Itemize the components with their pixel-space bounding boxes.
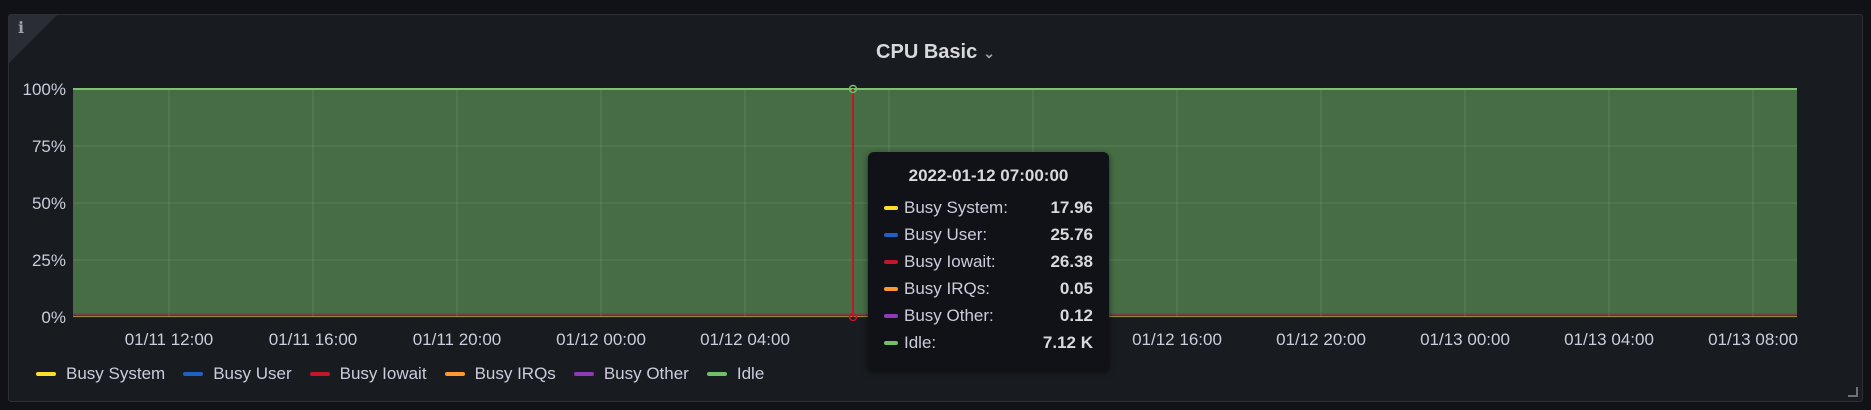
tooltip-row: Idle: 7.12 K: [884, 329, 1093, 356]
legend-swatch: [706, 372, 727, 376]
tooltip-swatch: [884, 205, 898, 210]
tooltip-row: Busy Other: 0.12: [884, 302, 1093, 329]
tooltip-swatch: [884, 259, 898, 264]
tooltip-value: 25.76: [1050, 224, 1093, 244]
tooltip-row: Busy Iowait: 26.38: [884, 248, 1093, 275]
tooltip-swatch: [884, 286, 898, 291]
tooltip-swatch: [884, 313, 898, 318]
tooltip-row: Busy IRQs: 0.05: [884, 275, 1093, 302]
legend-item[interactable]: Busy User: [183, 364, 292, 384]
chart-legend: Busy System Busy User Busy Iowait Busy IRQs…: [36, 364, 764, 384]
x-tick-label: 01/13 04:00: [1564, 330, 1654, 349]
legend-swatch: [183, 372, 204, 376]
legend-label[interactable]: Busy System: [66, 364, 165, 384]
legend-swatch: [36, 372, 56, 376]
legend-swatch: [444, 372, 465, 376]
legend-label[interactable]: Busy IRQs: [475, 364, 556, 384]
tooltip-value: 26.38: [1050, 251, 1093, 271]
tooltip-label: Busy Iowait:: [904, 251, 996, 271]
tooltip-label: Busy Other:: [904, 305, 994, 325]
x-tick-label: 01/13 08:00: [1708, 330, 1798, 349]
legend-item[interactable]: Busy Other: [573, 364, 689, 384]
legend-item[interactable]: Busy IRQs: [444, 364, 556, 384]
chart-tooltip: 2022-01-12 07:00:00 Busy System: 17.96 Bus…: [868, 152, 1109, 370]
tooltip-value: 0.05: [1059, 278, 1093, 298]
legend-item[interactable]: Busy Iowait: [309, 364, 427, 384]
legend-item[interactable]: Busy System: [36, 364, 165, 384]
legend-label[interactable]: Idle: [737, 364, 764, 384]
legend-swatch: [309, 372, 330, 376]
y-tick-label: 100%: [23, 80, 66, 99]
tooltip-value: 0.12: [1059, 305, 1093, 325]
x-tick-label: 01/12 04:00: [700, 330, 790, 349]
x-tick-label: 01/11 16:00: [269, 330, 358, 349]
tooltip-title: 2022-01-12 07:00:00: [908, 166, 1069, 185]
y-tick-label: 75%: [32, 137, 66, 156]
x-tick-label: 01/12 20:00: [1276, 330, 1366, 349]
y-tick-label: 25%: [32, 251, 66, 270]
legend-label[interactable]: Busy User: [213, 364, 291, 384]
legend-swatch: [573, 372, 594, 376]
tooltip-swatch: [884, 340, 898, 345]
x-tick-label: 01/11 12:00: [125, 330, 214, 349]
y-tick-label: 0%: [41, 308, 66, 327]
x-tick-label: 01/11 20:00: [413, 330, 502, 349]
tooltip-row: Busy System: 17.96: [884, 194, 1093, 221]
tooltip-rows: Busy System: 17.96 Busy User: 25.76 Busy Iow…: [884, 194, 1093, 356]
legend-item[interactable]: Idle: [706, 364, 764, 384]
x-tick-label: 01/12 16:00: [1132, 330, 1222, 349]
tooltip-row: Busy User: 25.76: [884, 221, 1093, 248]
x-tick-label: 01/12 00:00: [556, 330, 646, 349]
tooltip-label: Idle:: [904, 332, 937, 352]
y-tick-label: 50%: [32, 194, 66, 213]
tooltip-swatch: [884, 232, 898, 237]
tooltip-label: Busy IRQs:: [904, 278, 990, 298]
legend-label[interactable]: Busy Other: [604, 364, 689, 384]
tooltip-value: 17.96: [1050, 197, 1093, 217]
x-tick-label: 01/13 00:00: [1420, 330, 1510, 349]
tooltip-label: Busy User:: [904, 224, 988, 244]
tooltip-value: 7.12 K: [1042, 332, 1093, 352]
legend-label[interactable]: Busy Iowait: [340, 364, 427, 384]
tooltip-label: Busy System:: [904, 197, 1008, 217]
